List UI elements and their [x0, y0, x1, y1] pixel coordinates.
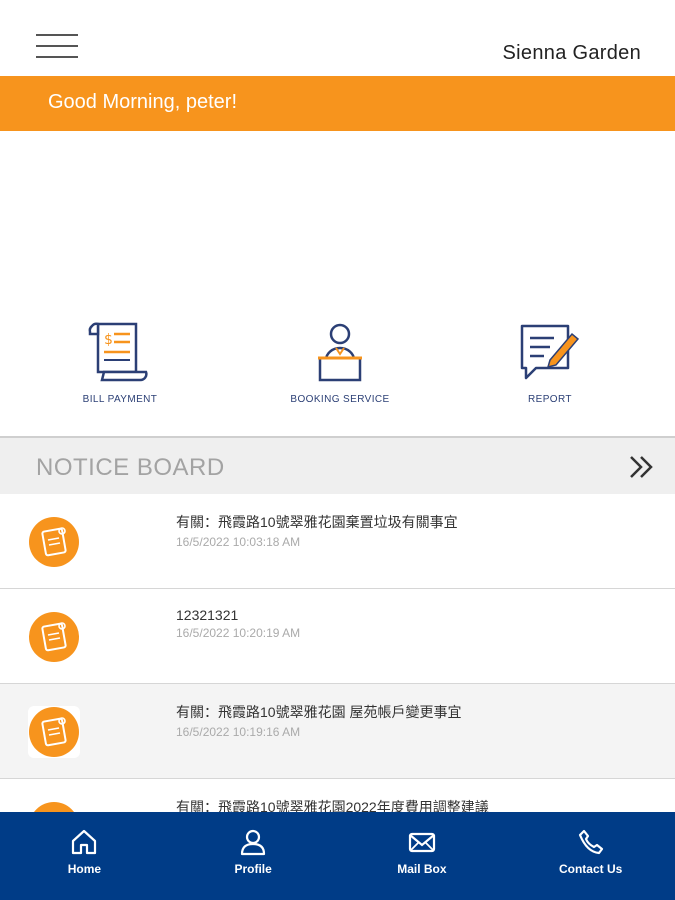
double-chevron-right-icon[interactable]: [627, 453, 657, 481]
mail-icon: [408, 832, 435, 853]
menu-icon[interactable]: [36, 34, 78, 60]
notice-text: 有關：飛霞路10號翠雅花園 屋苑帳戶變更事宜 16/5/2022 10:19:1…: [176, 702, 461, 739]
notice-icon: [28, 706, 80, 758]
notice-icon: [29, 517, 79, 567]
notice-title: 12321321: [176, 607, 239, 623]
notice-item[interactable]: 有關：飛霞路10號翠雅花園 屋苑帳戶變更事宜 16/5/2022 10:19:1…: [0, 684, 675, 779]
report-icon: [520, 324, 580, 380]
notice-title: 有關：飛霞路10號翠雅花園2022年度費用調整建議: [176, 799, 489, 812]
notice-list[interactable]: 有關：飛霞路10號翠雅花園棄置垃圾有關事宜 16/5/2022 10:03:18…: [0, 494, 675, 812]
nav-mail-box-label: Mail Box: [397, 862, 447, 876]
nav-home-label: Home: [67, 862, 102, 876]
booking-service-label: BOOKING SERVICE: [290, 394, 390, 405]
notice-text: 有關：飛霞路10號翠雅花園2022年度費用調整建議: [176, 797, 489, 812]
notice-item[interactable]: 有關：飛霞路10號翠雅花園棄置垃圾有關事宜 16/5/2022 10:03:18…: [0, 494, 675, 589]
nav-profile-label: Profile: [234, 862, 272, 876]
notice-item[interactable]: 有關：飛霞路10號翠雅花園2022年度費用調整建議: [0, 779, 675, 812]
profile-icon: [241, 829, 266, 856]
booking-service-button[interactable]: BOOKING SERVICE: [260, 318, 420, 405]
notice-title: 有關：飛霞路10號翠雅花園 屋苑帳戶變更事宜: [176, 704, 462, 720]
reception-icon: [318, 323, 362, 382]
phone-icon: [578, 829, 603, 855]
bottom-nav: Home Profile Mail Box Contact Us: [0, 812, 675, 900]
app-header: Sienna Garden: [0, 0, 675, 76]
notice-text: 12321321 16/5/2022 10:20:19 AM: [176, 607, 300, 640]
nav-mail-box[interactable]: Mail Box: [338, 812, 507, 900]
notice-text: 有關：飛霞路10號翠雅花園棄置垃圾有關事宜 16/5/2022 10:03:18…: [176, 512, 458, 549]
home-icon: [72, 829, 97, 855]
greeting-banner: Good Morning, peter!: [0, 76, 675, 131]
notice-item[interactable]: 12321321 16/5/2022 10:20:19 AM: [0, 589, 675, 684]
notice-date: 16/5/2022 10:20:19 AM: [176, 626, 301, 640]
svg-text:$: $: [104, 332, 113, 348]
report-label: REPORT: [528, 394, 572, 405]
services-row: $ BILL PAYMENT BOOKING SERVICE REPORT: [0, 318, 675, 436]
notice-date: 16/5/2022 10:19:16 AM: [176, 725, 301, 739]
notice-board-header: NOTICE BOARD: [0, 436, 675, 494]
notice-title: 有關：飛霞路10號翠雅花園棄置垃圾有關事宜: [176, 514, 458, 530]
bill-icon: $: [88, 322, 148, 382]
notice-icon: [34, 802, 74, 812]
greeting-text: Good Morning, peter!: [48, 91, 237, 113]
bill-payment-label: BILL PAYMENT: [82, 394, 158, 405]
nav-contact-us[interactable]: Contact Us: [506, 812, 675, 900]
nav-contact-us-label: Contact Us: [558, 862, 623, 876]
nav-home[interactable]: Home: [0, 812, 169, 900]
notice-board-title: NOTICE BOARD: [36, 454, 225, 481]
report-button[interactable]: REPORT: [470, 318, 630, 405]
bill-payment-button[interactable]: $ BILL PAYMENT: [40, 318, 200, 405]
nav-profile[interactable]: Profile: [169, 812, 338, 900]
site-name: Sienna Garden: [502, 42, 641, 64]
notice-date: 16/5/2022 10:03:18 AM: [176, 535, 301, 549]
notice-icon: [29, 612, 79, 662]
